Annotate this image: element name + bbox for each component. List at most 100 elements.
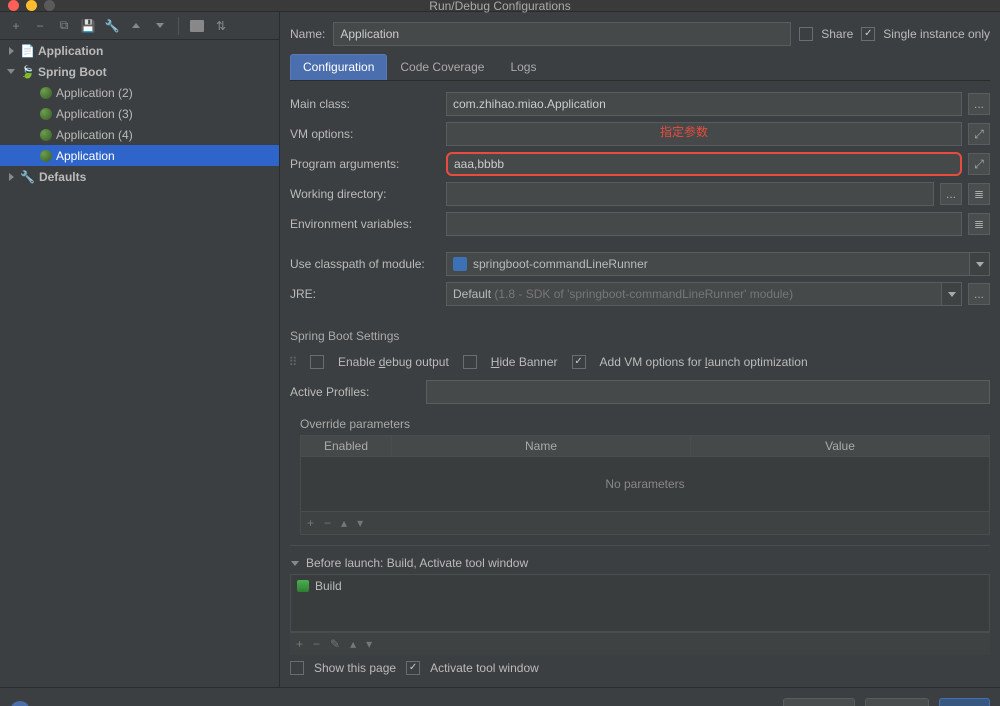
jre-value-suffix: (1.8 - SDK of 'springboot-commandLineRun… xyxy=(494,287,793,301)
expand-vm-options-button[interactable]: ⤢ xyxy=(968,123,990,145)
move-up-icon[interactable]: ▴ xyxy=(341,516,347,530)
run-config-icon xyxy=(40,129,52,141)
remove-row-icon[interactable]: − xyxy=(324,516,331,530)
save-config-icon[interactable]: 💾 xyxy=(80,18,96,34)
tabs: Configuration Code Coverage Logs xyxy=(290,54,990,81)
main-class-input[interactable] xyxy=(446,92,962,116)
add-row-icon[interactable]: + xyxy=(307,516,314,530)
move-down-icon[interactable]: ▾ xyxy=(366,637,372,651)
before-launch-toolbar: + − ✎ ▴ ▾ xyxy=(290,632,990,655)
jre-dropdown[interactable]: Default (1.8 - SDK of 'springboot-comman… xyxy=(446,282,962,306)
show-page-label: Show this page xyxy=(314,661,396,675)
wrench-icon: 🔧 xyxy=(20,170,35,184)
window-title: Run/Debug Configurations xyxy=(0,0,1000,13)
hammer-icon xyxy=(297,580,309,592)
module-icon xyxy=(453,257,467,271)
sort-icon[interactable]: ⇅ xyxy=(213,18,229,34)
tab-configuration[interactable]: Configuration xyxy=(290,54,387,80)
table-header: Enabled Name Value xyxy=(301,436,989,457)
jre-value-prefix: Default xyxy=(453,287,491,301)
run-config-icon xyxy=(40,108,52,120)
sidebar-toolbar: + − ⧉ 💾 🔧 ⇅ xyxy=(0,12,279,40)
ok-button[interactable]: OK xyxy=(939,698,990,706)
add-task-icon[interactable]: + xyxy=(296,637,303,651)
share-checkbox[interactable] xyxy=(799,27,813,41)
hide-banner-checkbox[interactable] xyxy=(463,355,477,369)
enable-debug-checkbox[interactable] xyxy=(310,355,324,369)
working-dir-input[interactable] xyxy=(446,182,934,206)
browse-main-class-button[interactable]: ... xyxy=(968,93,990,115)
working-dir-label: Working directory: xyxy=(290,187,440,201)
disclosure-icon[interactable] xyxy=(6,46,16,56)
override-params-panel: Enabled Name Value No parameters + − ▴ ▾ xyxy=(300,435,990,535)
apply-button[interactable]: Apply xyxy=(865,698,929,706)
env-vars-input[interactable] xyxy=(446,212,962,236)
move-down-icon[interactable]: ▾ xyxy=(357,516,363,530)
tab-logs[interactable]: Logs xyxy=(497,54,549,80)
vm-options-label: VM options: xyxy=(290,127,440,141)
override-toolbar: + − ▴ ▾ xyxy=(301,511,989,534)
name-label: Name: xyxy=(290,27,325,41)
browse-working-dir-button[interactable]: ... xyxy=(940,183,962,205)
active-profiles-label: Active Profiles: xyxy=(290,385,420,399)
active-profiles-input[interactable] xyxy=(426,380,990,404)
module-dropdown[interactable]: springboot-commandLineRunner xyxy=(446,252,990,276)
toolbar-separator xyxy=(178,17,179,35)
config-sidebar: + − ⧉ 💾 🔧 ⇅ 📄 Application xyxy=(0,12,280,687)
tree-leaf-selected[interactable]: Application xyxy=(0,145,279,166)
move-up-icon[interactable]: ▴ xyxy=(350,637,356,651)
tree-node-defaults[interactable]: 🔧 Defaults xyxy=(0,166,279,187)
jre-label: JRE: xyxy=(290,287,440,301)
remove-config-icon[interactable]: − xyxy=(32,18,48,34)
move-up-icon[interactable] xyxy=(128,18,144,34)
annotation-text: 指定参数 xyxy=(660,123,708,140)
macro-working-dir-button[interactable]: ≣ xyxy=(968,183,990,205)
edit-task-icon[interactable]: ✎ xyxy=(330,637,340,651)
disclosure-icon[interactable] xyxy=(6,67,16,77)
expand-program-args-button[interactable]: ⤢ xyxy=(968,153,990,175)
show-page-checkbox[interactable] xyxy=(290,661,304,675)
titlebar: Run/Debug Configurations xyxy=(0,0,1000,12)
chevron-down-icon xyxy=(941,283,961,305)
disclosure-icon xyxy=(290,558,300,568)
name-row: Name: Share Single instance only xyxy=(290,18,990,54)
col-enabled: Enabled xyxy=(301,436,391,456)
add-config-icon[interactable]: + xyxy=(8,18,24,34)
tree-node-application[interactable]: 📄 Application xyxy=(0,40,279,61)
help-button[interactable]: ? xyxy=(10,701,30,706)
add-vm-checkbox[interactable] xyxy=(572,355,586,369)
before-launch-header[interactable]: Before launch: Build, Activate tool wind… xyxy=(290,556,990,570)
move-down-icon[interactable] xyxy=(152,18,168,34)
main-class-label: Main class: xyxy=(290,97,440,111)
cancel-button[interactable]: Cancel xyxy=(783,698,854,706)
tree-leaf[interactable]: Application (3) xyxy=(0,103,279,124)
before-launch-item[interactable]: Build xyxy=(291,575,989,597)
single-instance-label: Single instance only xyxy=(883,27,990,41)
spring-section-title: Spring Boot Settings xyxy=(290,329,990,343)
program-args-input[interactable] xyxy=(446,152,962,176)
single-instance-checkbox[interactable] xyxy=(861,27,875,41)
before-launch-panel: Build xyxy=(290,574,990,632)
browse-jre-button[interactable]: ... xyxy=(968,283,990,305)
program-args-label: Program arguments: xyxy=(290,157,440,171)
copy-config-icon[interactable]: ⧉ xyxy=(56,18,72,34)
app-type-icon: 📄 xyxy=(20,44,34,58)
activate-tool-window-checkbox[interactable] xyxy=(406,661,420,675)
tree-leaf[interactable]: Application (2) xyxy=(0,82,279,103)
tree-leaf[interactable]: Application (4) xyxy=(0,124,279,145)
remove-task-icon[interactable]: − xyxy=(313,637,320,651)
tree-node-spring-boot[interactable]: 🍃 Spring Boot xyxy=(0,61,279,82)
hide-banner-label: Hide Banner xyxy=(491,355,558,369)
divider xyxy=(290,545,990,546)
config-name-input[interactable] xyxy=(333,22,791,46)
grip-handle[interactable]: ⠿ xyxy=(290,355,296,369)
run-config-icon xyxy=(40,87,52,99)
folder-icon[interactable] xyxy=(189,18,205,34)
tab-code-coverage[interactable]: Code Coverage xyxy=(387,54,497,80)
edit-defaults-icon[interactable]: 🔧 xyxy=(104,18,120,34)
tree-label: Spring Boot xyxy=(38,65,107,79)
disclosure-icon[interactable] xyxy=(6,172,16,182)
activate-tool-window-label: Activate tool window xyxy=(430,661,539,675)
tree-label: Application (3) xyxy=(56,107,133,121)
edit-env-vars-button[interactable]: ≣ xyxy=(968,213,990,235)
